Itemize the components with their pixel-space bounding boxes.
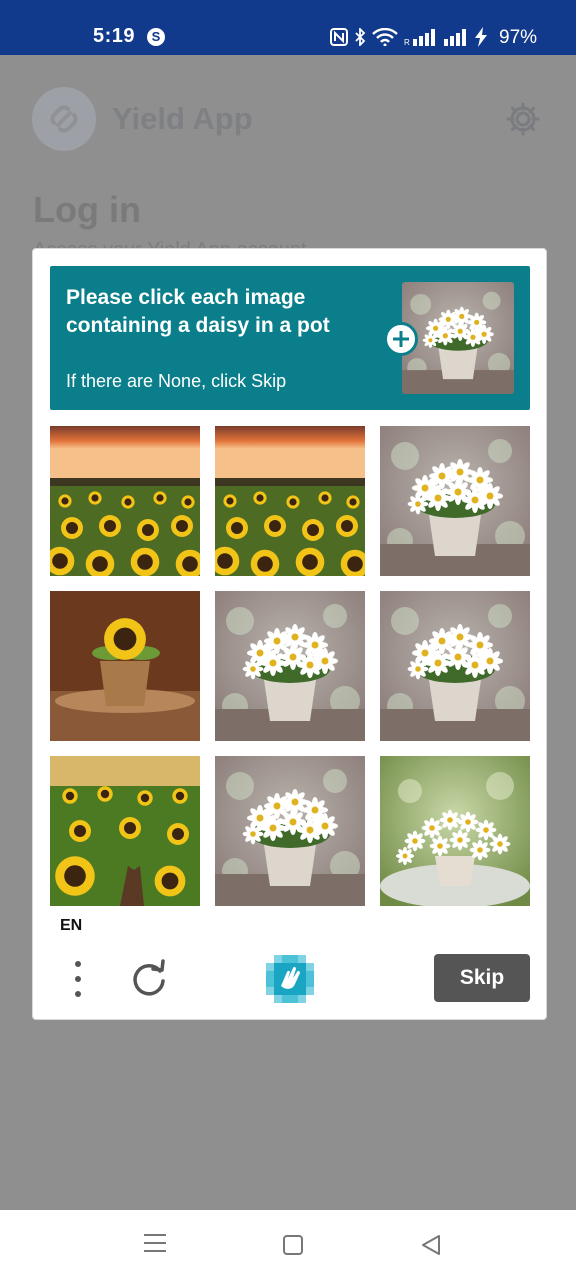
battery-percent: 97% [499,27,538,48]
image-tile-4[interactable] [50,591,200,741]
image-tile-9[interactable] [380,756,530,906]
language-selector[interactable]: EN [60,917,82,935]
page-title: Log in [33,189,141,230]
charging-icon [475,27,487,47]
example-image[interactable] [402,282,514,394]
image-tile-2[interactable] [215,426,365,576]
hcaptcha-logo-icon[interactable] [264,953,316,1005]
app-logo [32,87,96,151]
status-time: 5:19 [93,25,136,47]
bluetooth-icon [355,28,366,46]
image-tile-8[interactable] [215,756,365,906]
image-tile-1[interactable] [50,426,200,576]
notification-app-icon: S [147,28,165,46]
image-tile-6[interactable] [380,591,530,741]
captcha-prompt: Please click each image containing a dai… [50,266,530,410]
nfc-icon [330,28,348,46]
home-button[interactable] [283,1235,303,1255]
image-tile-3[interactable] [380,426,530,576]
plus-icon[interactable] [384,322,418,356]
prompt-subtext: If there are None, click Skip [66,371,287,391]
image-tile-7[interactable] [50,756,200,906]
wifi-icon [372,28,398,46]
captcha-dialog: Please click each image containing a dai… [32,248,547,1020]
image-tile-5[interactable] [215,591,365,741]
image-grid [50,426,530,906]
gear-icon[interactable] [506,102,540,136]
navigation-bar [0,1210,576,1280]
refresh-icon[interactable] [129,959,169,999]
skip-button[interactable]: Skip [434,954,530,1002]
signal-icon [444,29,466,46]
signal-icon: R [404,29,435,46]
app-name: Yield App [112,101,253,136]
recent-apps-button[interactable] [144,1234,166,1252]
more-options-button[interactable] [69,957,87,1001]
back-icon[interactable] [420,1234,442,1256]
status-bar: 5:19 S R 97% [0,0,576,55]
status-icons: R [330,26,488,48]
prompt-text: Please click each image containing a dai… [66,286,330,337]
svg-text:R: R [404,38,410,46]
link-icon [50,105,78,133]
